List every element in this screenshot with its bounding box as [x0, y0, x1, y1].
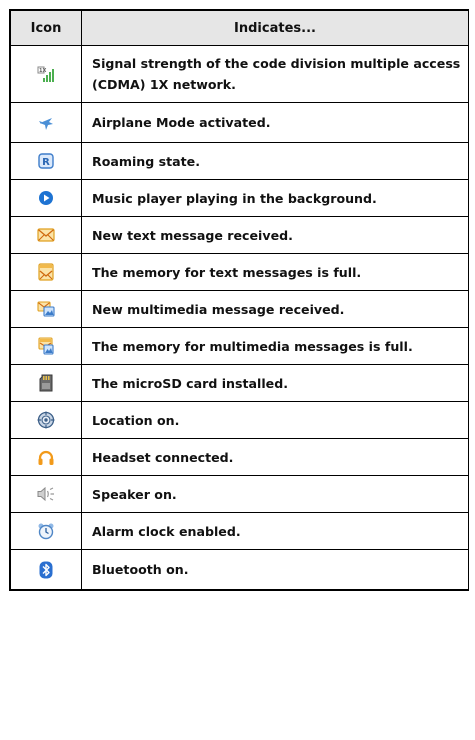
roaming-icon: R [38, 153, 54, 169]
description-cell: Alarm clock enabled. [81, 512, 469, 550]
icon-cell: R [10, 142, 82, 180]
table-row: R Roaming state. [10, 142, 469, 180]
table-row: New text message received. [10, 216, 469, 254]
icon-cell [10, 327, 82, 365]
svg-text:1X: 1X [39, 68, 46, 74]
icon-cell [10, 512, 82, 550]
table-header-row: Icon Indicates... [10, 10, 469, 46]
icon-cell [10, 179, 82, 217]
description-cell: Location on. [81, 401, 469, 439]
description-cell: Headset connected. [81, 438, 469, 476]
table-row: Airplane Mode activated. [10, 102, 469, 143]
table-row: The microSD card installed. [10, 364, 469, 402]
description-cell: New text message received. [81, 216, 469, 254]
description-cell: Speaker on. [81, 475, 469, 513]
mms-memory-full-icon [38, 337, 54, 355]
icon-cell [10, 401, 82, 439]
music-playing-icon [39, 191, 53, 205]
icon-cell [10, 364, 82, 402]
icon-cell [10, 102, 82, 143]
column-header-icon: Icon [10, 10, 82, 46]
table-row: Alarm clock enabled. [10, 512, 469, 550]
description-cell: The memory for text messages is full. [81, 253, 469, 291]
microsd-card-icon [39, 374, 53, 392]
table-row: Location on. [10, 401, 469, 439]
new-mms-icon [37, 301, 55, 317]
icon-cell [10, 253, 82, 291]
table-row: Speaker on. [10, 475, 469, 513]
table-row: New multimedia message received. [10, 290, 469, 328]
description-cell: Bluetooth on. [81, 549, 469, 590]
bluetooth-icon [39, 561, 53, 578]
new-text-message-icon [37, 228, 55, 242]
description-cell: Airplane Mode activated. [81, 102, 469, 143]
description-cell: New multimedia message received. [81, 290, 469, 328]
status-icons-table: Icon Indicates... 1X Signal strength of … [9, 9, 469, 591]
table-row: Music player playing in the background. [10, 179, 469, 217]
description-cell: Signal strength of the code division mul… [81, 45, 469, 103]
icon-cell [10, 290, 82, 328]
description-cell: The memory for multimedia messages is fu… [81, 327, 469, 365]
icon-cell [10, 216, 82, 254]
icon-cell [10, 438, 82, 476]
airplane-mode-icon [39, 117, 53, 130]
speaker-on-icon [37, 486, 54, 502]
table-row: The memory for text messages is full. [10, 253, 469, 291]
description-cell: The microSD card installed. [81, 364, 469, 402]
table-row: The memory for multimedia messages is fu… [10, 327, 469, 365]
icon-cell [10, 549, 82, 590]
location-on-icon [37, 411, 55, 429]
text-memory-full-icon [38, 263, 54, 281]
icon-cell [10, 475, 82, 513]
headset-icon [38, 450, 54, 465]
column-header-indicates: Indicates... [81, 10, 469, 46]
description-cell: Music player playing in the background. [81, 179, 469, 217]
table-row: Headset connected. [10, 438, 469, 476]
table-row: 1X Signal strength of the code division … [10, 45, 469, 103]
alarm-clock-icon [38, 523, 54, 540]
table-row: Bluetooth on. [10, 549, 469, 590]
description-cell: Roaming state. [81, 142, 469, 180]
cdma-signal-icon: 1X [37, 66, 54, 82]
icon-cell: 1X [10, 45, 82, 103]
svg-text:R: R [42, 157, 50, 168]
